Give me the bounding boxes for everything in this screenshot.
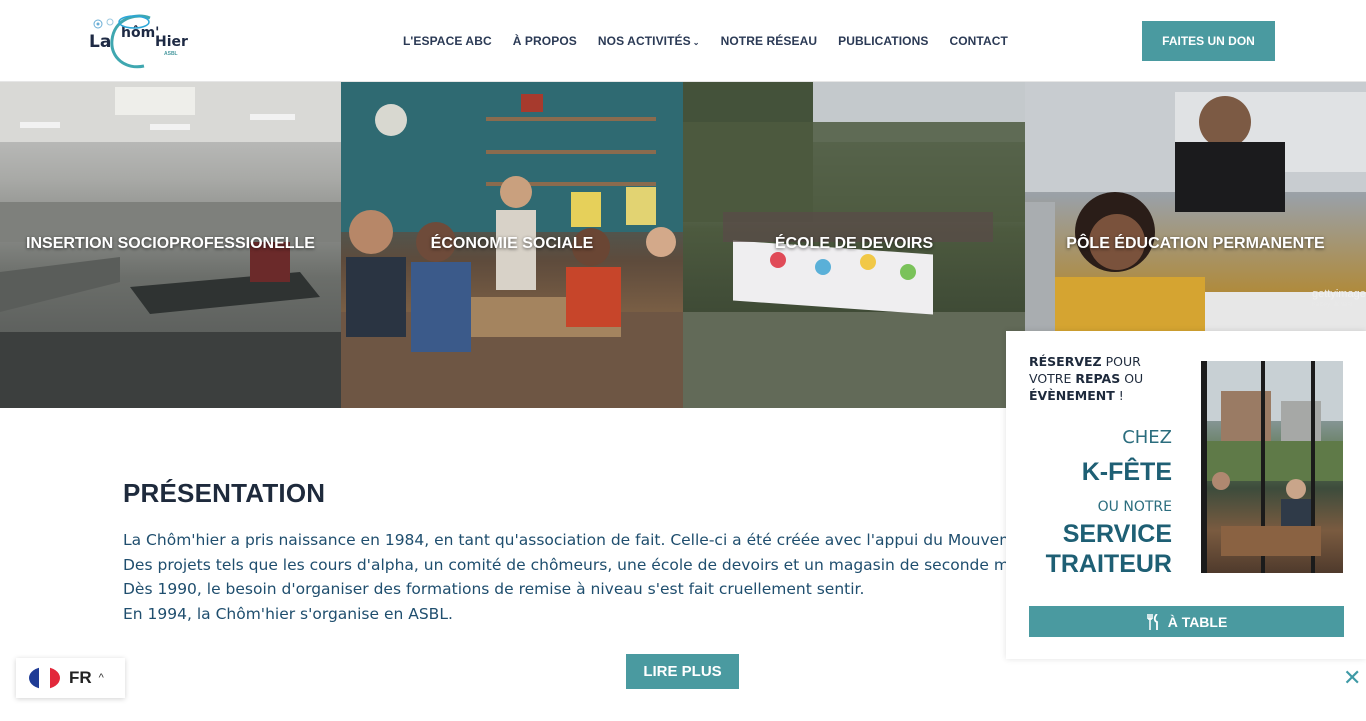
a-table-button[interactable]: À TABLE [1029,606,1344,637]
popup-chez: CHEZ [1122,427,1172,448]
tile-economie-sociale[interactable]: ÉCONOMIE SOCIALE [341,82,683,408]
nav-activites-label: NOS ACTIVITÉS [597,34,691,48]
presentation-text: La Chôm'hier a pris naissance en 1984, e… [123,528,1013,626]
popup-service-traiteur: SERVICE TRAITEUR [1046,519,1172,579]
partner-logos-icon [93,15,150,29]
restaurant-photo [1201,361,1343,573]
tile-label: INSERTION SOCIOPROFESSIONELLE [26,235,315,252]
nav-activites[interactable]: NOS ACTIVITÉS ⌄ [598,34,700,48]
a-table-label: À TABLE [1167,613,1228,630]
getty-watermark: gettyimages [1312,288,1366,300]
nav-contact[interactable]: CONTACT [949,34,1007,48]
france-flag-icon [29,667,60,689]
nav-publications[interactable]: PUBLICATIONS [838,34,928,48]
kfete-promo-popup: RÉSERVEZ POUR VOTRE REPAS OU ÉVÈNEMENT !… [1006,331,1366,659]
popup-traiteur: TRAITEUR [1045,550,1172,578]
donate-button[interactable]: FAITES UN DON [1142,21,1275,61]
popup-pour: POUR [1101,354,1141,369]
nav-a-propos[interactable]: À PROPOS [513,34,577,48]
popup-service: SERVICE [1062,520,1172,548]
close-icon[interactable]: ✕ [1343,667,1361,689]
tile-label: PÔLE ÉDUCATION PERMANENTE [1066,235,1325,252]
tile-ecole-devoirs[interactable]: ÉCOLE DE DEVOIRS [683,82,1025,408]
popup-ou-notre: OU NOTRE [1097,499,1172,515]
logo-text-asbl: ASBL [164,51,178,57]
site-header: La hôm' Hier ASBL L'ESPACE ABC À PROPOS … [0,0,1366,82]
popup-evenement: ÉVÈNEMENT [1029,388,1115,403]
fork-knife-icon [1146,613,1158,630]
getty-credit: Kelsey McNeal [1312,302,1353,308]
language-switcher[interactable]: FR ^ [16,658,125,698]
popup-reservez: RÉSERVEZ [1029,354,1102,369]
main-nav: L'ESPACE ABC À PROPOS NOS ACTIVITÉS ⌄ NOT… [403,34,1029,48]
tile-label: ÉCOLE DE DEVOIRS [774,235,934,252]
popup-repas: REPAS [1075,371,1121,386]
presentation-paragraph: En 1994, la Chôm'hier s'organise en ASBL… [123,604,453,623]
chevron-up-icon: ^ [98,672,104,684]
site-logo[interactable]: La hôm' Hier ASBL [88,12,258,70]
popup-kfete: K-FÊTE [1081,458,1172,486]
chevron-down-icon: ⌄ [692,38,700,47]
popup-restaurant-photo [1201,361,1343,573]
nav-espace-abc[interactable]: L'ESPACE ABC [403,34,492,48]
presentation-title: PRÉSENTATION [123,478,326,508]
popup-votre: VOTRE [1029,371,1076,386]
tile-insertion[interactable]: INSERTION SOCIOPROFESSIONELLE [0,82,341,408]
language-code: FR [69,668,92,687]
logo-text-la: La [89,32,112,52]
presentation-paragraph: La Chôm'hier a pris naissance en 1984, e… [123,531,1013,549]
popup-lead-text: RÉSERVEZ POUR VOTRE REPAS OU ÉVÈNEMENT ! [1029,353,1189,404]
popup-excl: ! [1114,388,1124,403]
presentation-paragraph: Des projets tels que les cours d'alpha, … [123,555,1013,574]
tile-label: ÉCONOMIE SOCIALE [430,235,594,252]
popup-ou: OU [1120,371,1144,386]
read-more-button[interactable]: LIRE PLUS [626,654,739,689]
nav-reseau[interactable]: NOTRE RÉSEAU [721,34,818,48]
presentation-paragraph: Dès 1990, le besoin d'organiser des form… [123,580,865,598]
logo-text-hier: Hier [155,34,188,50]
